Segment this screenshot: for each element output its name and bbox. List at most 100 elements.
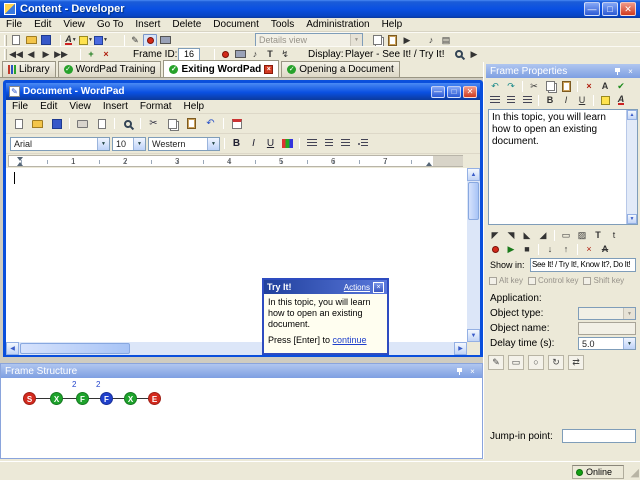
cut-icon[interactable]: ✂	[527, 80, 541, 93]
new-document-icon[interactable]	[9, 34, 23, 47]
undo-icon[interactable]: ↶	[202, 116, 219, 132]
tab-exiting-wordpad[interactable]: Exiting WordPad	[163, 60, 280, 77]
undo-icon[interactable]: ↶	[488, 80, 502, 93]
print-preview-icon[interactable]	[93, 116, 110, 132]
recapture-icon[interactable]	[233, 48, 247, 61]
menu-item-help[interactable]: Help	[376, 18, 409, 32]
record-icon[interactable]	[143, 33, 157, 47]
play-sound-icon[interactable]: ▶	[504, 243, 518, 256]
hotspot-icon[interactable]: ○	[528, 354, 544, 370]
last-frame-icon[interactable]: ▶▶	[54, 48, 68, 61]
continue-link[interactable]: continue	[333, 335, 367, 345]
font-icon[interactable]: A	[598, 80, 612, 93]
paste-icon[interactable]	[183, 116, 200, 132]
bullets-button[interactable]	[355, 136, 370, 151]
date-time-icon[interactable]	[228, 116, 245, 132]
bubble-pointer-up-right-icon[interactable]: ◥	[504, 229, 518, 242]
wordpad-menu-format[interactable]: Format	[134, 100, 178, 114]
import-sound-icon[interactable]: ↓	[543, 243, 557, 256]
pin-icon[interactable]	[612, 66, 623, 77]
record-sound-icon[interactable]	[488, 243, 502, 256]
zoom-icon[interactable]	[452, 48, 466, 61]
wordpad-menu-help[interactable]: Help	[178, 100, 211, 114]
node-end[interactable]: E	[148, 392, 161, 405]
align-right-button[interactable]	[338, 136, 353, 151]
frame-sound-icon[interactable]: ♪	[248, 48, 262, 61]
italic-icon[interactable]: I	[559, 94, 573, 107]
horizontal-scrollbar[interactable]: ◀ ▶	[6, 342, 467, 355]
close-button[interactable]: ✕	[620, 2, 636, 16]
copy-icon[interactable]	[164, 116, 181, 132]
details-view-select[interactable]: Details view ▼	[255, 33, 363, 47]
object-area-icon[interactable]: ▭	[508, 354, 524, 370]
bubble-text-scrollbar[interactable]: ▲ ▼	[626, 110, 637, 224]
save-icon[interactable]	[48, 116, 65, 132]
delay-time-select[interactable]: 5.0 ▼	[578, 337, 636, 350]
paste-icon[interactable]	[385, 34, 399, 47]
menu-item-goto[interactable]: Go To	[91, 18, 130, 32]
align-center-icon[interactable]	[504, 94, 518, 107]
toolbar-grip[interactable]	[4, 34, 7, 46]
copy-icon[interactable]	[543, 80, 557, 93]
node-explanation[interactable]: X	[124, 392, 137, 405]
scroll-right-icon[interactable]: ▶	[454, 342, 467, 355]
shift-key-checkbox[interactable]: Shift key	[583, 276, 624, 285]
node-explanation[interactable]: X	[50, 392, 63, 405]
font-color-icon[interactable]	[280, 136, 295, 151]
control-key-checkbox[interactable]: Control key	[528, 276, 578, 285]
align-left-icon[interactable]	[488, 94, 502, 107]
maximize-button[interactable]: □	[602, 2, 618, 16]
edit-text-icon[interactable]: ✎	[128, 34, 142, 47]
action-icon[interactable]: ↯	[278, 48, 292, 61]
bubble-fill-icon[interactable]: ▨	[575, 229, 589, 242]
text-color-icon[interactable]: A ▼	[64, 34, 78, 47]
align-center-button[interactable]	[321, 136, 336, 151]
object-type-select[interactable]: ▼	[578, 307, 636, 320]
bubble-text-box[interactable]: In this topic, you will learn how to ope…	[488, 109, 638, 225]
delete-frame-icon[interactable]: ×	[99, 48, 113, 61]
node-frame[interactable]: F	[76, 392, 89, 405]
redo-icon[interactable]: ↷	[504, 80, 518, 93]
highlight-color-icon[interactable]: ▼	[79, 34, 93, 47]
edit-actions-icon[interactable]: ✎	[488, 354, 504, 370]
open-icon[interactable]	[29, 116, 46, 132]
template-text-icon[interactable]: T	[591, 229, 605, 242]
paste-icon[interactable]	[559, 80, 573, 93]
export-sound-icon[interactable]: ↑	[559, 243, 573, 256]
menu-item-tools[interactable]: Tools	[265, 18, 300, 32]
previous-frame-icon[interactable]: ◀	[24, 48, 38, 61]
toolbar-grip[interactable]	[4, 48, 7, 60]
wordpad-close-button[interactable]: ✕	[463, 85, 477, 98]
scroll-down-icon[interactable]: ▼	[627, 214, 637, 224]
close-panel-icon[interactable]: ×	[467, 366, 478, 377]
screenshot-icon[interactable]	[158, 34, 172, 47]
notes-icon[interactable]: ▤	[439, 34, 453, 47]
frame-id-value[interactable]: 16	[178, 47, 200, 61]
highlight-color-icon[interactable]	[598, 94, 612, 107]
vertical-scroll-thumb[interactable]	[468, 182, 479, 220]
find-icon[interactable]	[119, 116, 136, 132]
wordpad-maximize-button[interactable]: □	[447, 85, 461, 98]
close-tab-icon[interactable]	[264, 64, 274, 74]
line-color-icon[interactable]: ▼	[94, 34, 108, 47]
menu-item-insert[interactable]: Insert	[129, 18, 166, 32]
align-right-icon[interactable]	[520, 94, 534, 107]
wordpad-minimize-button[interactable]: —	[431, 85, 445, 98]
record-topic-icon[interactable]	[218, 48, 232, 61]
preview-icon[interactable]: ▶	[400, 34, 414, 47]
wordpad-menu-file[interactable]: File	[6, 100, 34, 114]
delete-icon[interactable]: ×	[582, 80, 596, 93]
open-icon[interactable]	[24, 34, 38, 47]
right-margin-marker[interactable]	[426, 162, 432, 166]
scroll-up-icon[interactable]: ▲	[627, 110, 637, 120]
minimize-button[interactable]: —	[584, 2, 600, 16]
copy-icon[interactable]	[370, 34, 384, 47]
indent-marker-top[interactable]	[17, 157, 23, 161]
menu-item-file[interactable]: File	[0, 18, 28, 32]
node-frame-current[interactable]: F	[100, 392, 113, 405]
underline-icon[interactable]: U	[575, 94, 589, 107]
align-left-button[interactable]	[304, 136, 319, 151]
scroll-up-icon[interactable]: ▲	[467, 168, 480, 181]
font-script-select[interactable]: Western ▼	[148, 136, 220, 151]
bold-button[interactable]: B	[229, 136, 244, 151]
